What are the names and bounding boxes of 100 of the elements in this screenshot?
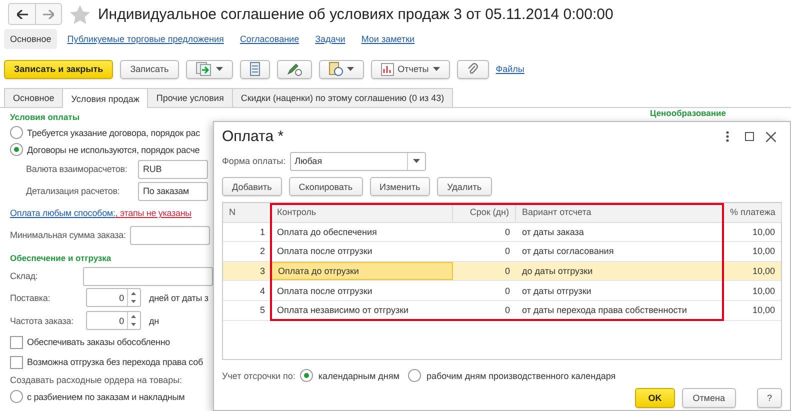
table-cell: Оплата до отгрузки bbox=[271, 262, 453, 280]
section-label: Создавать расходные ордера на товары: bbox=[10, 374, 184, 387]
field-label: Поставка: bbox=[10, 292, 52, 302]
table-cell-text: 10,00 bbox=[751, 226, 776, 239]
field-label: Минимальная сумма заказа: bbox=[10, 230, 126, 240]
ok-button[interactable]: OK bbox=[635, 388, 675, 408]
column-header[interactable]: N bbox=[223, 203, 271, 222]
radio-label: Требуется указание договора, порядок рас bbox=[27, 128, 200, 138]
create-based-on-button[interactable] bbox=[186, 60, 233, 78]
field-label: Склад: bbox=[10, 271, 39, 281]
pencil-icon bbox=[286, 62, 302, 76]
table-cell-text: 3 bbox=[258, 265, 266, 278]
stages-link[interactable]: , этапы не указаны bbox=[115, 208, 192, 218]
caret-icon bbox=[412, 159, 420, 163]
paperclip-icon bbox=[466, 62, 479, 76]
documents-icon bbox=[196, 62, 212, 76]
files-link[interactable]: Файлы bbox=[496, 64, 524, 74]
field-label: Форма оплаты: bbox=[222, 156, 286, 166]
field-label: Валюта взаиморасчетов: bbox=[26, 164, 128, 174]
radio-label: календарным дням bbox=[318, 370, 400, 380]
table-cell-text: 0 bbox=[504, 245, 511, 258]
table-cell-text: Оплата до обеспечения bbox=[276, 226, 378, 239]
table-cell-text: от даты согласования bbox=[521, 245, 615, 258]
table-cell-text: 10,00 bbox=[751, 304, 776, 318]
document-clock-icon bbox=[328, 62, 343, 76]
nav-link[interactable]: Задачи bbox=[309, 29, 352, 49]
table-cell-text: 10,00 bbox=[751, 284, 776, 298]
cancel-button[interactable]: Отмена bbox=[682, 388, 736, 408]
toolbar-button[interactable]: Изменить bbox=[370, 177, 430, 196]
column-header[interactable]: Срок (дн) bbox=[453, 203, 516, 222]
save-button[interactable]: Записать bbox=[120, 60, 179, 78]
list-icon bbox=[250, 62, 260, 76]
radio-button[interactable] bbox=[10, 143, 23, 156]
column-header[interactable]: % платежа bbox=[724, 203, 782, 222]
payment-link[interactable]: Оплата любым способом: bbox=[10, 208, 116, 218]
table-cell-text: 0 bbox=[504, 265, 511, 278]
chart-icon bbox=[380, 62, 394, 76]
checkbox[interactable] bbox=[10, 336, 23, 348]
number-field[interactable]: 0 bbox=[86, 311, 141, 330]
toolbar-button[interactable]: Скопировать bbox=[288, 177, 363, 196]
tab[interactable]: Основное bbox=[4, 88, 64, 107]
checkbox-label: Возможна отгрузка без перехода права соб bbox=[27, 357, 203, 367]
table-cell-text: 1 bbox=[258, 226, 266, 239]
nav-link[interactable]: Согласование bbox=[234, 29, 306, 49]
tab[interactable]: Условия продаж bbox=[62, 88, 148, 108]
more-icon bbox=[726, 131, 728, 142]
caret-icon bbox=[346, 67, 354, 71]
table-cell-text: 2 bbox=[258, 245, 266, 258]
back-arrow-icon bbox=[16, 10, 28, 18]
table-cell-text: 5 bbox=[258, 304, 266, 318]
forward-arrow-icon bbox=[43, 10, 54, 18]
table-cell-text: до даты отгрузки bbox=[521, 265, 594, 278]
detail-field[interactable]: По заказам bbox=[138, 182, 208, 200]
window-title: Индивидуальное соглашение об условиях продаж 3 от 05.11.2014 0:00:00 bbox=[98, 6, 614, 22]
table-cell-text: от даты отгрузки bbox=[521, 284, 592, 298]
checkbox[interactable] bbox=[10, 356, 23, 368]
tab[interactable]: Скидки (наценки) по этому соглашению (0 из 43) bbox=[232, 88, 454, 107]
table-cell-text: 10,00 bbox=[751, 245, 776, 258]
table-cell-text: 0 bbox=[504, 226, 511, 239]
field-label: Частота заказа: bbox=[10, 316, 74, 326]
table-cell-text: от даты заказа bbox=[521, 226, 585, 239]
dialog-title: Оплата * bbox=[222, 128, 285, 145]
nav-link[interactable]: Публикуемые торговые предложения bbox=[61, 29, 230, 49]
unit-label: дней от даты з bbox=[149, 292, 208, 302]
table-cell-text: 0 bbox=[504, 284, 511, 298]
radio-button[interactable] bbox=[408, 369, 422, 382]
save-close-button[interactable]: Записать и закрыть bbox=[4, 60, 114, 78]
warehouse-field[interactable] bbox=[83, 266, 213, 286]
radio-button[interactable] bbox=[10, 126, 23, 139]
radio-button[interactable] bbox=[300, 369, 314, 382]
table-cell-text: Оплата после отгрузки bbox=[276, 245, 374, 258]
reports-button[interactable]: Отчеты bbox=[370, 60, 450, 78]
column-header[interactable]: Контроль bbox=[271, 203, 453, 222]
currency-field[interactable]: RUB bbox=[138, 160, 208, 178]
column-header[interactable]: Вариант отсчета bbox=[516, 203, 724, 222]
min-sum-field[interactable] bbox=[130, 226, 210, 244]
toolbar-button[interactable]: Удалить bbox=[437, 177, 492, 196]
toolbar-button[interactable]: Добавить bbox=[222, 177, 282, 196]
nav-link[interactable]: Основное bbox=[4, 29, 58, 49]
table-cell-text: от даты перехода права собственности bbox=[521, 304, 688, 318]
radio-label: с разбиением по заказам и накладным bbox=[27, 392, 185, 402]
attach-button[interactable] bbox=[456, 60, 489, 78]
edit-button[interactable] bbox=[276, 60, 312, 78]
number-field[interactable]: 0 bbox=[86, 288, 141, 307]
section-heading: Условия оплаты bbox=[10, 111, 81, 124]
nav-link[interactable]: Мои заметки bbox=[355, 29, 421, 49]
help-button[interactable]: ? bbox=[756, 388, 782, 408]
radio-button[interactable] bbox=[10, 390, 23, 403]
list-button[interactable] bbox=[240, 60, 270, 78]
tab[interactable]: Прочие условия bbox=[147, 88, 233, 107]
table-cell-text: Оплата после отгрузки bbox=[276, 284, 374, 298]
caret-icon bbox=[432, 67, 440, 71]
star-icon[interactable] bbox=[70, 4, 90, 24]
payment-form-field[interactable]: Любая bbox=[290, 152, 426, 170]
print-button[interactable] bbox=[318, 60, 364, 78]
table-cell-text: 0 bbox=[504, 304, 511, 318]
radio-label: рабочим дням производственного календаря bbox=[426, 370, 616, 380]
close-icon bbox=[766, 132, 776, 142]
checkbox-label: Обеспечивать заказы обособленно bbox=[27, 337, 170, 347]
radio-label: Договоры не используются, порядок расче bbox=[27, 144, 200, 154]
